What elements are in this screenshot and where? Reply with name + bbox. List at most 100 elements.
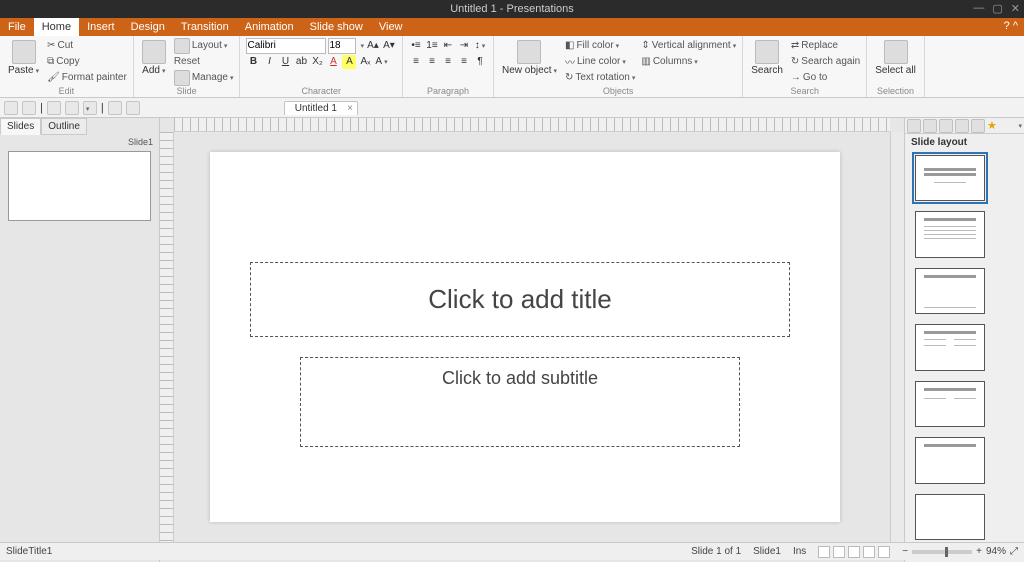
indent-button[interactable]: ⇥: [457, 39, 471, 53]
cut-button[interactable]: ✂Cut: [45, 38, 129, 53]
subtitle-placeholder[interactable]: Click to add subtitle: [300, 357, 740, 447]
align-left-button[interactable]: ≡: [409, 55, 423, 69]
text-rotation-button[interactable]: ↻Text rotation: [563, 70, 637, 85]
qa-new-icon[interactable]: [4, 101, 18, 115]
qa-redo-icon[interactable]: [126, 101, 140, 115]
shrink-font-button[interactable]: A▾: [382, 39, 396, 53]
doc-tab-1[interactable]: Untitled 1 ×: [284, 101, 358, 115]
rp-design-icon[interactable]: [923, 119, 937, 133]
font-name-input[interactable]: [246, 38, 326, 54]
format-painter-button[interactable]: 🖌Format painter: [45, 70, 129, 85]
vertical-scrollbar[interactable]: [890, 132, 904, 548]
bullets-button[interactable]: •≡: [409, 39, 423, 53]
fill-color-button[interactable]: ◧Fill color: [563, 38, 637, 53]
view-outline-icon[interactable]: [833, 546, 845, 558]
zoom-slider[interactable]: [912, 550, 972, 554]
layout-option-3[interactable]: [915, 268, 985, 314]
menu-view[interactable]: View: [371, 18, 411, 36]
rp-menu-icon[interactable]: [1016, 119, 1022, 132]
qa-more-icon[interactable]: [83, 101, 97, 115]
tab-outline[interactable]: Outline: [41, 118, 87, 135]
copy-button[interactable]: ⧉Copy: [45, 54, 129, 69]
menu-animation[interactable]: Animation: [237, 18, 302, 36]
qa-save-icon[interactable]: [47, 101, 61, 115]
qa-open-icon[interactable]: [22, 101, 36, 115]
menu-design[interactable]: Design: [123, 18, 173, 36]
valign-button[interactable]: ⇕Vertical alignment: [639, 38, 738, 53]
minimize-icon[interactable]: —: [973, 2, 984, 15]
align-center-button[interactable]: ≡: [425, 55, 439, 69]
add-slide-button[interactable]: Add: [138, 38, 170, 78]
strike-button[interactable]: ab: [294, 55, 308, 69]
slide-thumbnail-1[interactable]: [8, 151, 151, 221]
ribbon-group-selection: Select all Selection: [867, 36, 925, 97]
view-show-icon[interactable]: [878, 546, 890, 558]
subscript-button[interactable]: X₂: [310, 55, 324, 69]
qa-undo-icon[interactable]: [108, 101, 122, 115]
rp-object-icon[interactable]: [939, 119, 953, 133]
layout-option-6[interactable]: [915, 437, 985, 483]
italic-button[interactable]: I: [262, 55, 276, 69]
view-sorter-icon[interactable]: [848, 546, 860, 558]
underline-button[interactable]: U: [278, 55, 292, 69]
line-color-button[interactable]: 〰Line color: [563, 54, 637, 69]
menu-insert[interactable]: Insert: [79, 18, 123, 36]
rp-star-icon[interactable]: ★: [987, 119, 997, 132]
manage-button[interactable]: Manage: [172, 70, 236, 85]
layout-option-4[interactable]: [915, 324, 985, 370]
menu-transition[interactable]: Transition: [173, 18, 237, 36]
ribbon: Paste ✂Cut ⧉Copy 🖌Format painter Edit Ad…: [0, 36, 1024, 98]
font-size-input[interactable]: [328, 38, 356, 54]
linespacing-button[interactable]: ↕: [473, 39, 487, 53]
new-object-button[interactable]: New object: [498, 38, 561, 78]
select-all-button[interactable]: Select all: [871, 38, 920, 78]
paste-button[interactable]: Paste: [4, 38, 43, 78]
zoom-fit-icon[interactable]: ⤢: [1010, 546, 1018, 557]
menu-file[interactable]: File: [0, 18, 34, 36]
rp-layout-icon[interactable]: [907, 119, 921, 133]
reset-button[interactable]: Reset: [172, 54, 236, 69]
layout-option-2[interactable]: [915, 211, 985, 257]
menu-help-icon[interactable]: ? ^: [998, 18, 1024, 36]
goto-button[interactable]: →Go to: [789, 70, 862, 85]
outdent-button[interactable]: ⇤: [441, 39, 455, 53]
layout-option-1[interactable]: [915, 155, 985, 201]
layout-button[interactable]: Layout: [172, 38, 236, 53]
maximize-icon[interactable]: ▢: [992, 2, 1002, 15]
search-again-button[interactable]: ↻Search again: [789, 54, 862, 69]
close-icon[interactable]: ✕: [1011, 2, 1020, 15]
group-label-edit: Edit: [4, 86, 129, 97]
qa-folder-icon[interactable]: [65, 101, 79, 115]
layout-option-5[interactable]: [915, 381, 985, 427]
spacing-button[interactable]: A: [374, 55, 388, 69]
grow-font-button[interactable]: A▴: [366, 39, 380, 53]
valign-icon: ⇕: [641, 40, 649, 51]
align-justify-button[interactable]: ≡: [457, 55, 471, 69]
slide[interactable]: Click to add title Click to add subtitle: [210, 152, 840, 522]
view-notes-icon[interactable]: [863, 546, 875, 558]
doc-tab-close-icon[interactable]: ×: [347, 103, 353, 114]
font-color-button[interactable]: A: [326, 55, 340, 69]
align-right-button[interactable]: ≡: [441, 55, 455, 69]
zoom-in-button[interactable]: +: [976, 546, 982, 557]
show-marks-button[interactable]: ¶: [473, 55, 487, 69]
highlight-button[interactable]: A: [342, 55, 356, 69]
numbering-button[interactable]: 1≡: [425, 39, 439, 53]
font-size-dropdown[interactable]: [358, 40, 364, 51]
title-placeholder[interactable]: Click to add title: [250, 262, 790, 337]
search-button[interactable]: Search: [747, 38, 787, 78]
layout-option-7[interactable]: [915, 494, 985, 540]
doc-tab-label: Untitled 1: [295, 103, 337, 114]
menu-home[interactable]: Home: [34, 18, 79, 36]
zoom-out-button[interactable]: −: [902, 546, 908, 557]
rp-anim-icon[interactable]: [955, 119, 969, 133]
view-normal-icon[interactable]: [818, 546, 830, 558]
replace-button[interactable]: ⇄Replace: [789, 38, 862, 53]
columns-button[interactable]: ▥Columns: [639, 54, 738, 69]
zoom-value[interactable]: 94%: [986, 546, 1006, 557]
tab-slides[interactable]: Slides: [0, 118, 41, 135]
bold-button[interactable]: B: [246, 55, 260, 69]
clear-format-button[interactable]: Aₓ: [358, 55, 372, 69]
rp-media-icon[interactable]: [971, 119, 985, 133]
menu-slideshow[interactable]: Slide show: [302, 18, 371, 36]
